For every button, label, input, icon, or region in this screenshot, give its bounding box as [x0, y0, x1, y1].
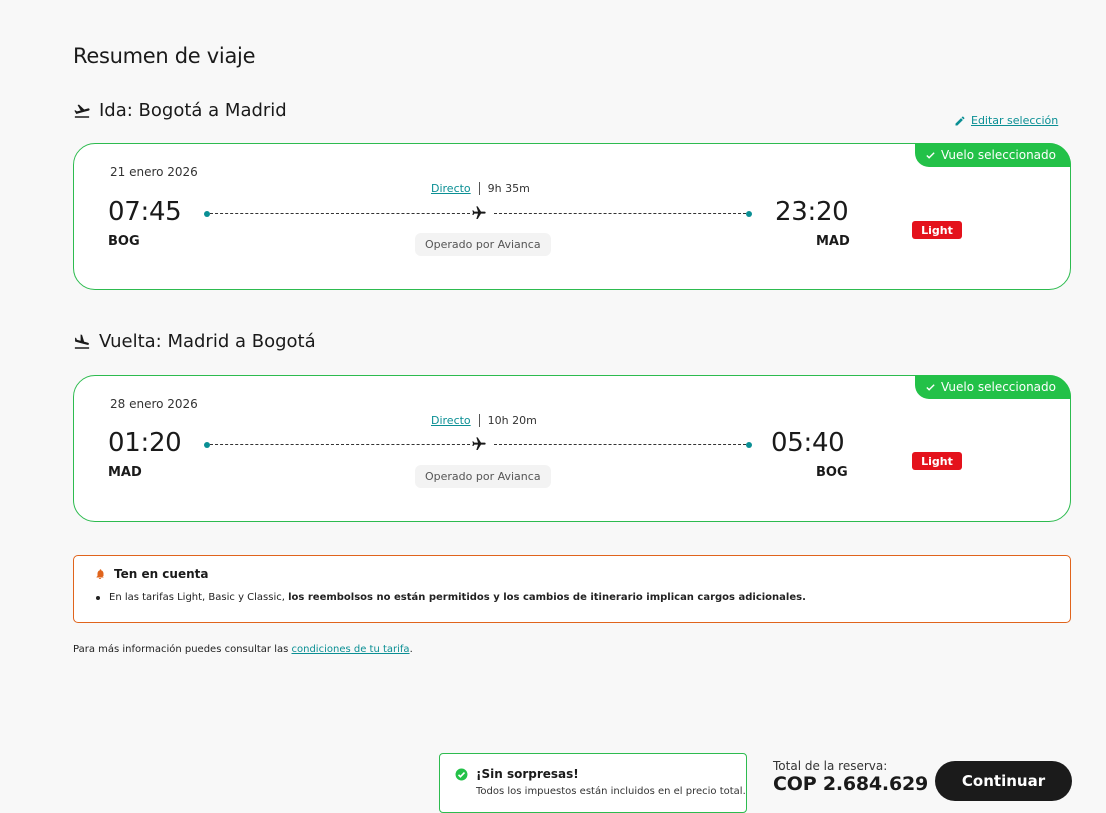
divider	[478, 182, 480, 195]
selected-badge-label: Vuelo seleccionado	[940, 148, 1056, 162]
outbound-title: Ida: Bogotá a Madrid	[99, 100, 287, 121]
continue-button[interactable]: Continuar	[935, 761, 1072, 801]
return-flight-card[interactable]: Vuelo seleccionado 28 enero 2026 01:20 M…	[73, 375, 1071, 522]
notice-text-plain: En las tarifas Light, Basic y Classic,	[109, 592, 289, 603]
selected-badge: Vuelo seleccionado	[914, 143, 1071, 167]
route-line	[204, 206, 752, 219]
operated-by: Operado por Avianca	[415, 233, 551, 256]
departure-code: MAD	[108, 465, 142, 480]
edit-selection-label: Editar selección	[971, 114, 1059, 127]
airplane-icon	[472, 437, 486, 450]
route-dash	[494, 444, 746, 445]
arrival-code: BOG	[816, 465, 848, 480]
check-circle-icon	[455, 768, 468, 781]
notice-text: En las tarifas Light, Basic y Classic, l…	[96, 592, 806, 603]
route-dash	[210, 213, 470, 214]
notice-text-bold: los reembolsos no están permitidos y los…	[288, 592, 806, 603]
departure-time: 07:45	[108, 197, 182, 227]
route-info: Directo 10h 20m	[431, 414, 537, 427]
edit-selection-link[interactable]: Editar selección	[954, 114, 1058, 127]
origin-dot	[204, 211, 210, 217]
bullet	[96, 595, 100, 600]
destination-dot	[746, 211, 752, 217]
page-title: Resumen de viaje	[73, 44, 256, 68]
bell-icon	[96, 569, 104, 579]
total-label: Total de la reserva:	[773, 759, 888, 773]
route-type-link[interactable]: Directo	[431, 414, 471, 427]
pencil-icon	[955, 115, 965, 125]
notice-header: Ten en cuenta	[94, 567, 208, 581]
origin-dot	[204, 442, 210, 448]
no-surprises-title: ¡Sin sorpresas!	[476, 767, 579, 781]
destination-dot	[746, 442, 752, 448]
return-title: Vuelta: Madrid a Bogotá	[99, 331, 316, 352]
more-info-text: Para más información puedes consultar la…	[73, 644, 413, 655]
airplane-icon	[472, 206, 486, 219]
check-icon	[926, 151, 935, 159]
airplane-landing-icon	[74, 334, 90, 349]
outbound-section-title: Ida: Bogotá a Madrid	[73, 100, 287, 121]
arrival-time: 05:40	[771, 428, 845, 458]
flight-duration: 9h 35m	[487, 182, 530, 195]
fare-conditions-link[interactable]: condiciones de tu tarifa	[292, 644, 410, 655]
selected-badge: Vuelo seleccionado	[914, 375, 1071, 399]
route-dash	[210, 444, 470, 445]
check-icon	[926, 383, 935, 391]
flight-date: 28 enero 2026	[110, 397, 198, 411]
airplane-takeoff-icon	[74, 104, 90, 118]
more-info-suffix: .	[409, 644, 413, 655]
more-info-prefix: Para más información puedes consultar la…	[73, 644, 292, 655]
no-surprises-text: Todos los impuestos están incluidos en e…	[476, 786, 746, 797]
notice-text-content: En las tarifas Light, Basic y Classic, l…	[109, 592, 806, 603]
route-type-link[interactable]: Directo	[431, 182, 471, 195]
total-amount: COP 2.684.629	[773, 773, 929, 795]
return-section-title: Vuelta: Madrid a Bogotá	[73, 331, 316, 352]
route-dash	[494, 213, 746, 214]
route-line	[204, 437, 752, 450]
selected-badge-label: Vuelo seleccionado	[940, 380, 1056, 394]
departure-time: 01:20	[108, 428, 182, 458]
outbound-flight-card[interactable]: Vuelo seleccionado 21 enero 2026 07:45 B…	[73, 143, 1071, 290]
flight-date: 21 enero 2026	[110, 165, 198, 179]
route-info: Directo 9h 35m	[431, 182, 530, 195]
flight-duration: 10h 20m	[487, 414, 537, 427]
no-surprises-box: ¡Sin sorpresas! Todos los impuestos está…	[439, 753, 747, 813]
notice-title: Ten en cuenta	[114, 567, 209, 581]
notice-box: Ten en cuenta En las tarifas Light, Basi…	[73, 555, 1071, 623]
fare-badge: Light	[912, 452, 962, 470]
divider	[478, 414, 480, 427]
operated-by: Operado por Avianca	[415, 465, 551, 488]
arrival-time: 23:20	[775, 197, 849, 227]
arrival-code: MAD	[816, 234, 850, 249]
departure-code: BOG	[108, 234, 140, 249]
fare-badge: Light	[912, 221, 962, 239]
